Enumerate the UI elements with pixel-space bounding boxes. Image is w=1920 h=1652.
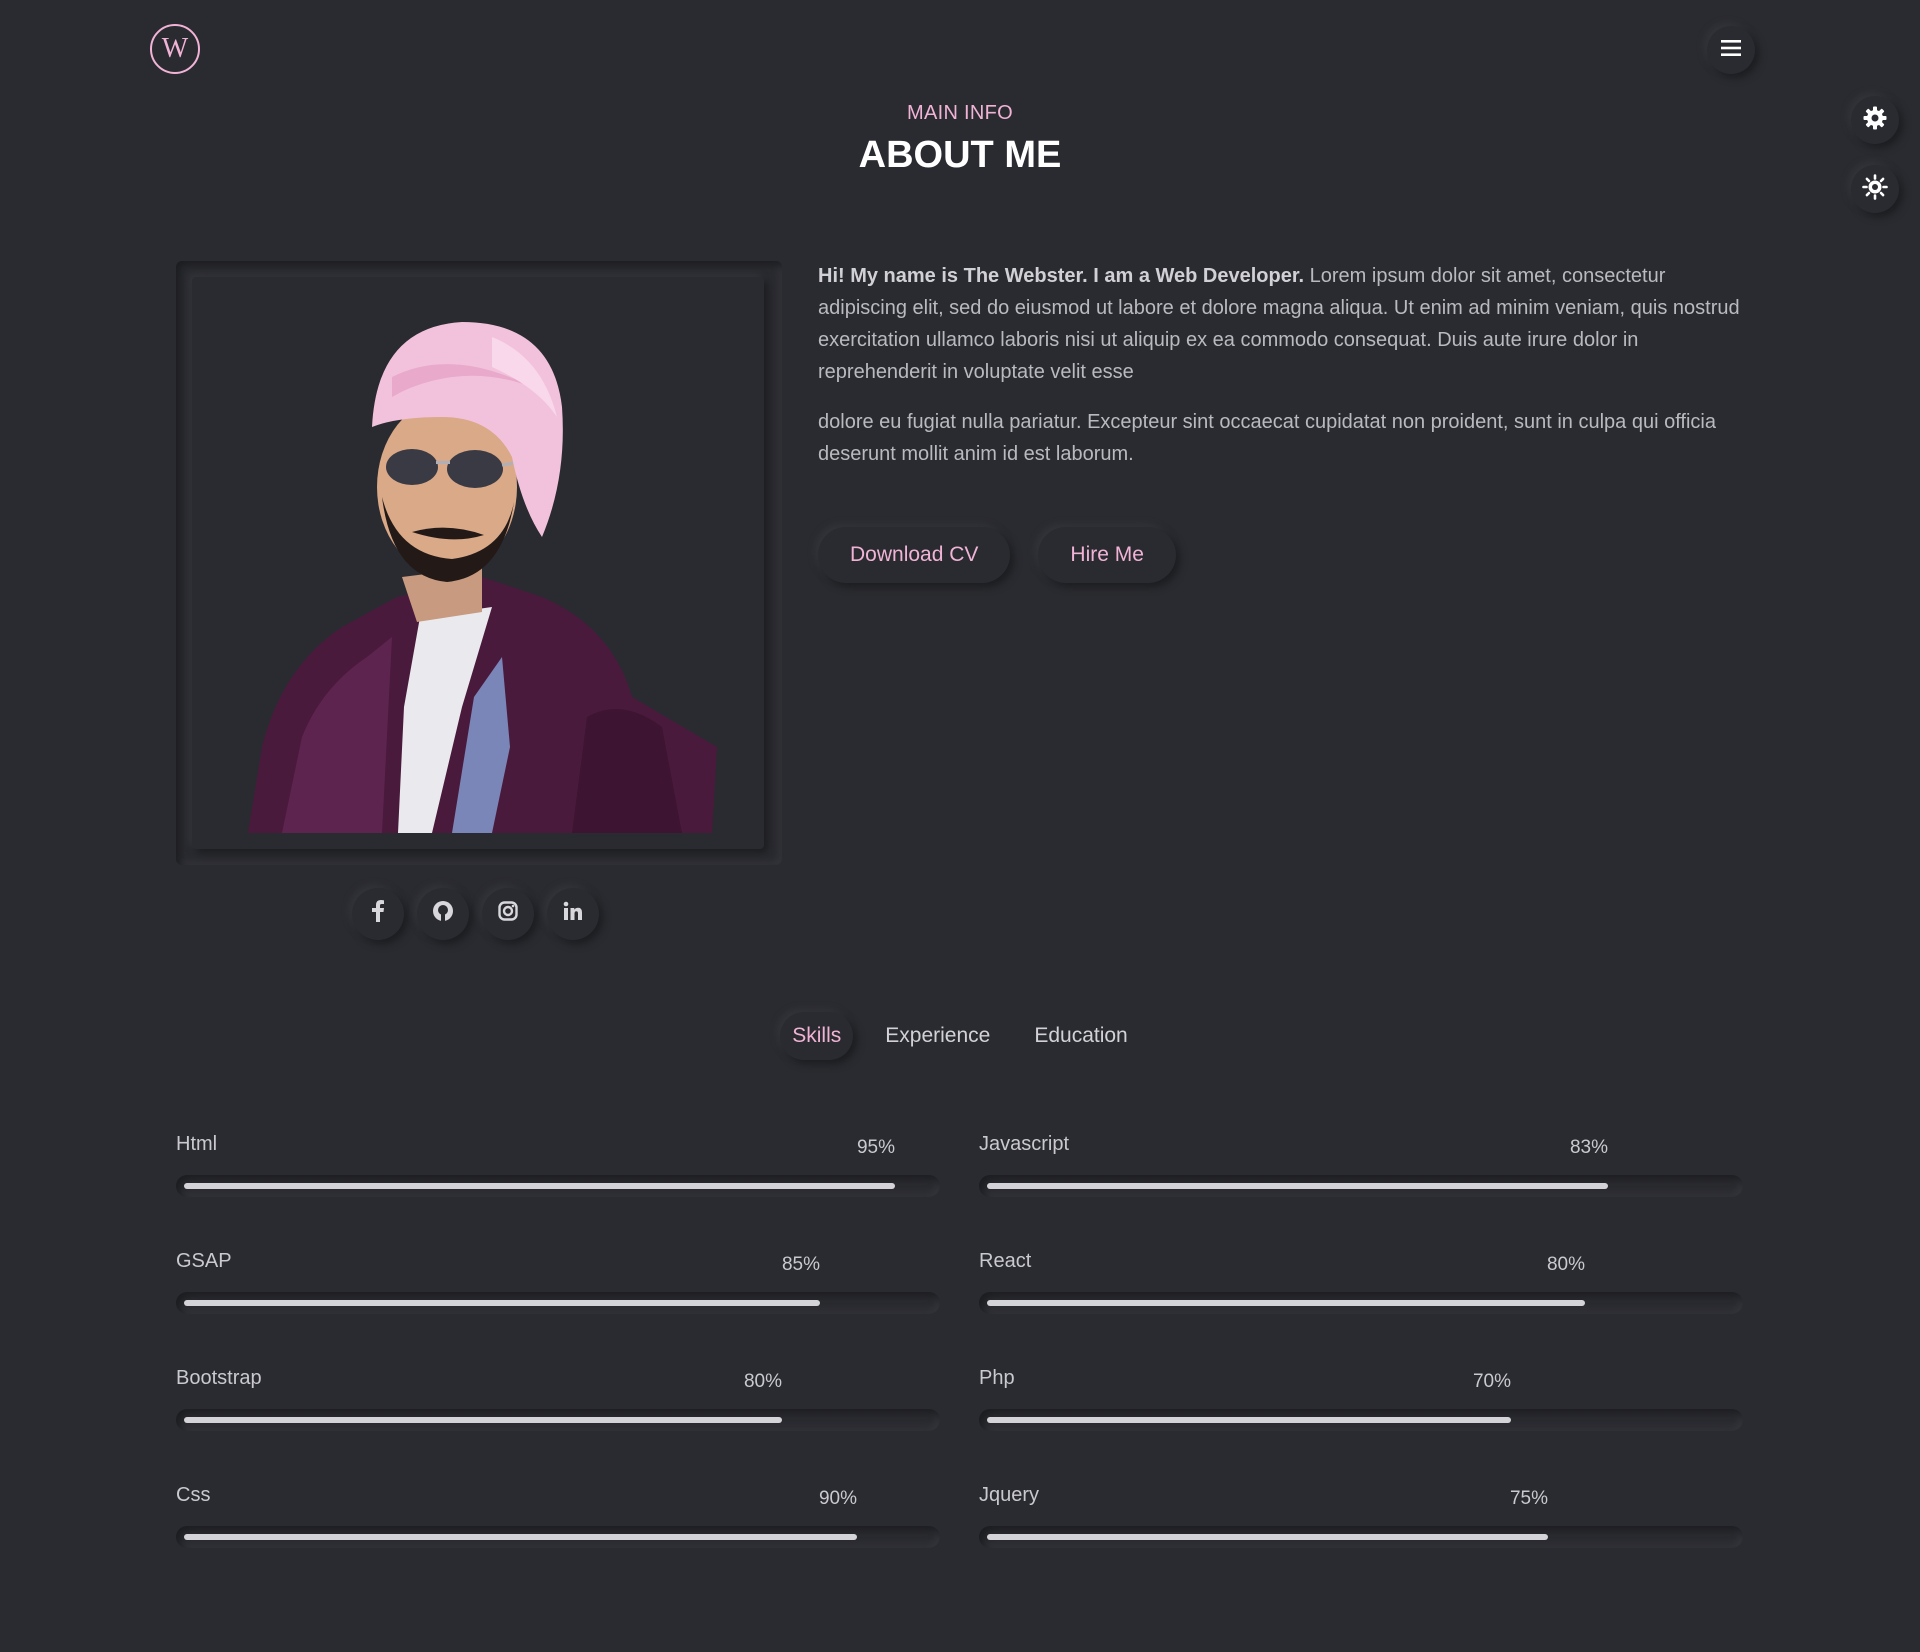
skill-percent: 95% — [856, 1137, 895, 1158]
skill-percent: 75% — [1509, 1488, 1548, 1509]
tab-education[interactable]: Education — [1022, 1012, 1139, 1060]
github-icon — [432, 900, 454, 928]
skill-progress-fill — [987, 1300, 1585, 1306]
skill-progress-track — [176, 1292, 940, 1314]
linkedin-button[interactable] — [547, 888, 599, 940]
skill-percent: 80% — [1546, 1254, 1585, 1275]
facebook-button[interactable] — [352, 888, 404, 940]
skill-progress-track — [979, 1526, 1743, 1548]
skill-name: Bootstrap — [176, 1367, 262, 1389]
skill-item: Php 70% — [979, 1367, 1743, 1484]
instagram-button[interactable] — [482, 888, 534, 940]
site-logo[interactable]: W — [150, 24, 200, 74]
linkedin-icon — [563, 901, 583, 927]
skill-percent: 85% — [781, 1254, 820, 1275]
skill-progress-track — [176, 1526, 940, 1548]
skill-item: GSAP 85% — [176, 1250, 940, 1367]
skill-name: Html — [176, 1133, 218, 1155]
profile-photo-frame — [176, 261, 782, 865]
download-cv-button[interactable]: Download CV — [818, 527, 1011, 583]
skill-progress-track — [979, 1292, 1743, 1314]
skill-progress-fill — [184, 1300, 820, 1306]
tab-skills[interactable]: Skills — [780, 1012, 854, 1060]
bio-paragraph-1: Hi! My name is The Webster. I am a Web D… — [818, 260, 1748, 388]
skill-name: Jquery — [979, 1484, 1040, 1506]
logo-letter: W — [161, 33, 189, 64]
skill-item: Jquery 75% — [979, 1484, 1743, 1601]
skill-progress-fill — [987, 1417, 1511, 1423]
about-bio: Hi! My name is The Webster. I am a Web D… — [818, 260, 1748, 488]
hamburger-icon — [1720, 39, 1742, 62]
skill-percent: 83% — [1569, 1137, 1608, 1158]
skills-column-right: Javascript 83% React 80% Php 70% Jquery … — [979, 1133, 1743, 1601]
skill-progress-fill — [987, 1534, 1548, 1540]
skills-column-left: Html 95% GSAP 85% Bootstrap 80% Css 90% — [176, 1133, 940, 1601]
tab-experience[interactable]: Experience — [873, 1012, 1002, 1060]
skill-name: React — [979, 1250, 1032, 1272]
skill-progress-fill — [184, 1417, 782, 1423]
bio-intro-bold: Hi! My name is The Webster. I am a Web D… — [818, 265, 1305, 287]
skill-progress-fill — [987, 1183, 1608, 1189]
skill-name: Php — [979, 1367, 1015, 1389]
section-title: ABOUT ME — [858, 134, 1062, 176]
hire-me-button[interactable]: Hire Me — [1038, 527, 1176, 583]
sun-icon — [1862, 173, 1888, 205]
skill-progress-track — [176, 1175, 940, 1197]
skill-item: Html 95% — [176, 1133, 940, 1250]
cta-buttons: Download CV Hire Me — [818, 527, 1176, 583]
tabs: Skills Experience Education — [0, 1012, 1920, 1060]
skill-name: Css — [176, 1484, 211, 1506]
skill-progress-track — [176, 1409, 940, 1431]
skill-item: Css 90% — [176, 1484, 940, 1601]
bio-paragraph-2: dolore eu fugiat nulla pariatur. Excepte… — [818, 411, 1716, 465]
skill-percent: 90% — [818, 1488, 857, 1509]
skill-progress-track — [979, 1409, 1743, 1431]
instagram-icon — [498, 901, 518, 927]
section-subtitle: MAIN INFO — [906, 102, 1014, 124]
facebook-icon — [371, 900, 385, 928]
menu-button[interactable] — [1707, 26, 1755, 74]
skill-name: Javascript — [979, 1133, 1070, 1155]
profile-photo — [192, 277, 764, 849]
skill-name: GSAP — [176, 1250, 232, 1272]
skill-progress-fill — [184, 1183, 895, 1189]
social-links — [352, 888, 599, 940]
skill-progress-track — [979, 1175, 1743, 1197]
skill-percent: 70% — [1472, 1371, 1511, 1392]
skill-item: Bootstrap 80% — [176, 1367, 940, 1484]
skill-percent: 80% — [743, 1371, 782, 1392]
github-button[interactable] — [417, 888, 469, 940]
skill-item: Javascript 83% — [979, 1133, 1743, 1250]
skill-progress-fill — [184, 1534, 857, 1540]
skill-item: React 80% — [979, 1250, 1743, 1367]
